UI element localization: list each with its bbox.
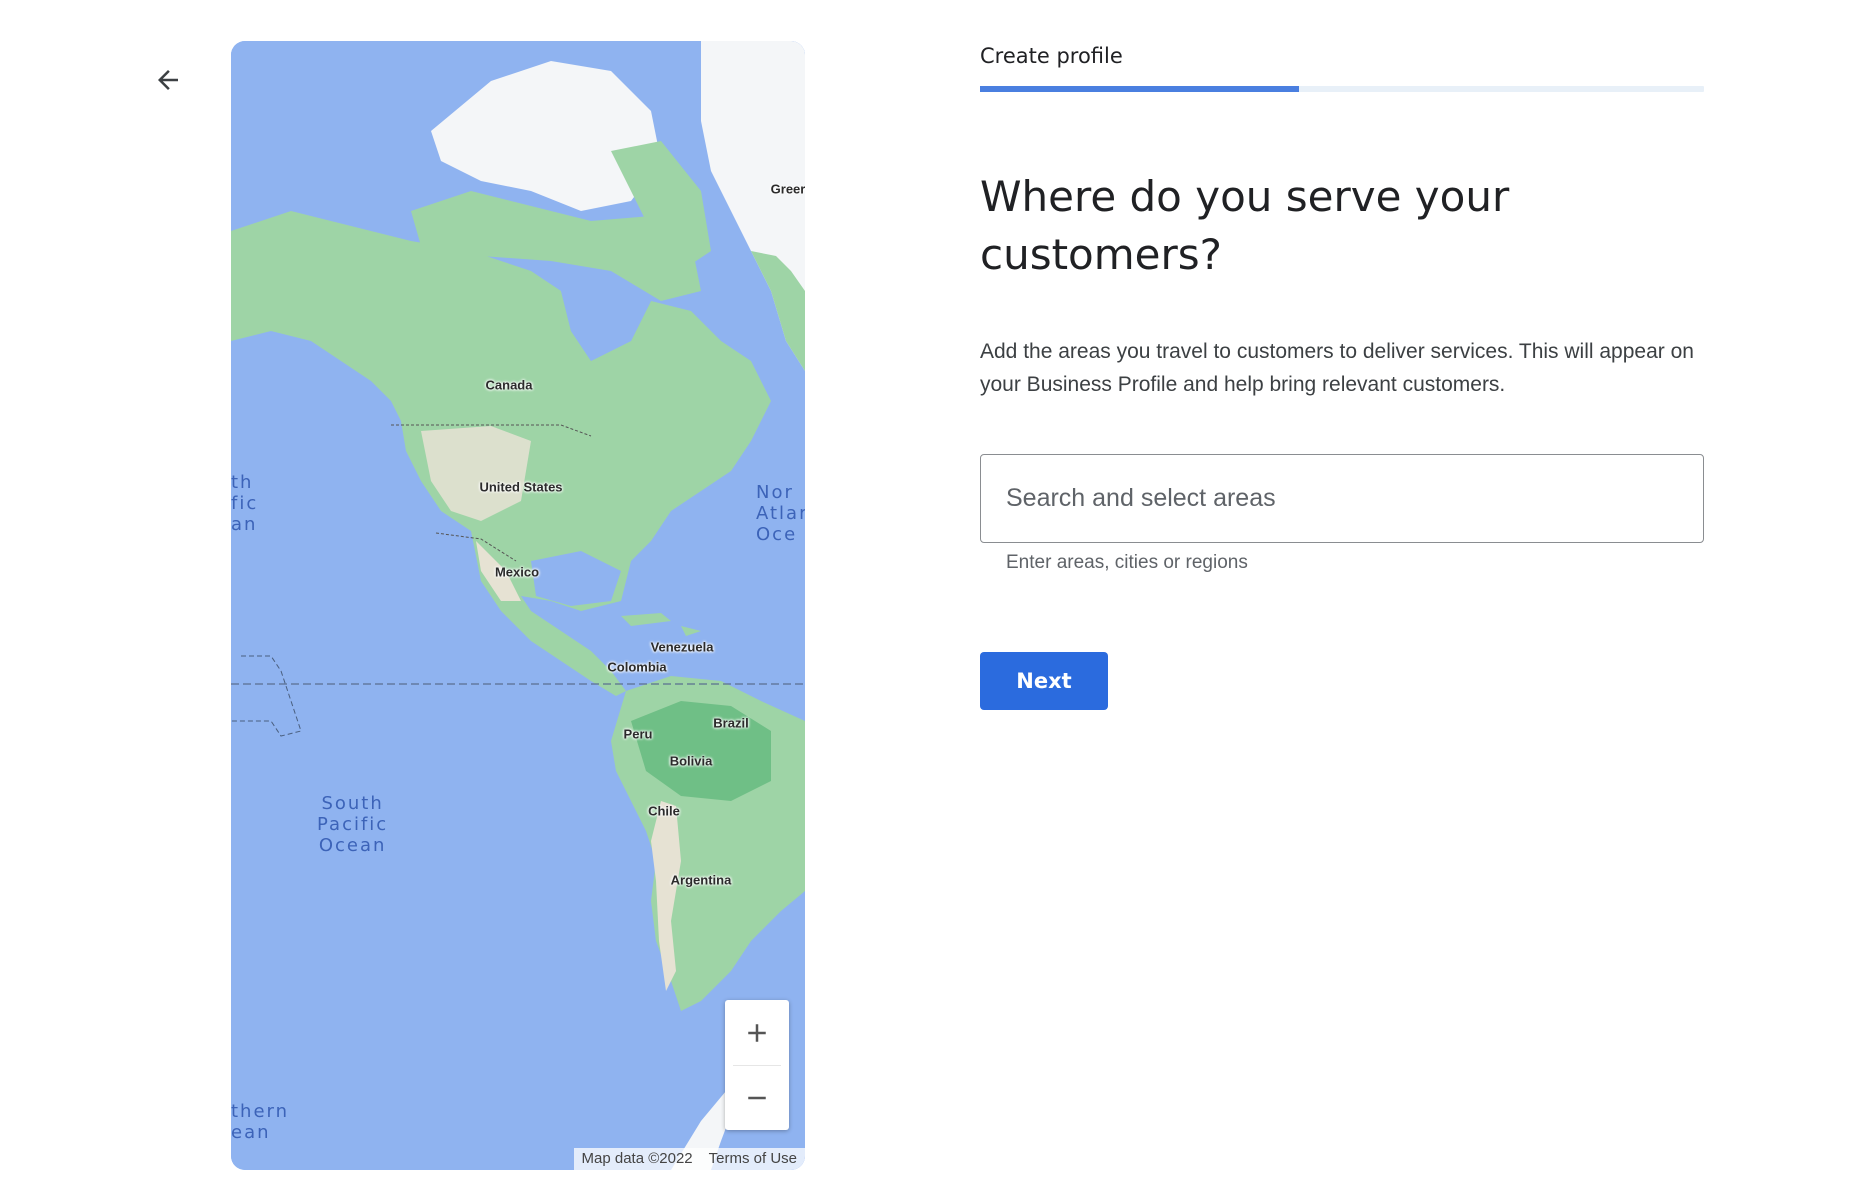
page-title: Where do you serve your customers? [980, 172, 1510, 279]
map-label-bolivia: Bolivia [669, 753, 713, 769]
map-label-chile: Chile [648, 803, 680, 819]
map-panel[interactable]: Canada United States Mexico Venezuela Co… [231, 41, 805, 1170]
map-label-mexico: Mexico [494, 564, 540, 580]
zoom-in-button[interactable] [725, 1000, 789, 1065]
map-label-brazil: Brazil [713, 715, 749, 731]
step-label: Create profile [980, 44, 1123, 68]
map-canvas[interactable] [231, 41, 805, 1170]
ocean-label-north-atlantic: Nor Atlar Oce [756, 482, 805, 545]
arrow-left-icon [158, 70, 178, 90]
map-attribution: Map data ©2022 Terms of Use [573, 1148, 805, 1170]
ocean-label-north-pacific: th fic an [231, 472, 259, 535]
map-label-peru: Peru [623, 726, 653, 742]
map-label-greenland: Greer [770, 181, 805, 197]
search-field [980, 454, 1704, 543]
progress-bar [980, 86, 1704, 92]
minus-icon [748, 1096, 766, 1099]
ocean-label-southern: thern ean [231, 1101, 290, 1143]
page-description: Add the areas you travel to customers to… [980, 340, 1694, 396]
zoom-out-button[interactable] [725, 1065, 789, 1130]
map-label-united-states: United States [479, 479, 563, 495]
map-label-venezuela: Venezuela [650, 639, 714, 655]
map-label-colombia: Colombia [607, 659, 667, 675]
map-label-canada: Canada [485, 377, 533, 393]
search-helper-text: Enter areas, cities or regions [1006, 552, 1248, 573]
back-button[interactable] [146, 58, 190, 102]
zoom-controls [725, 1000, 789, 1130]
plus-icon [748, 1023, 766, 1042]
next-button[interactable]: Next [980, 652, 1108, 710]
ocean-label-south-pacific: South Pacific Ocean [317, 793, 389, 856]
map-label-argentina: Argentina [670, 872, 732, 888]
map-data-credit: Map data ©2022 [581, 1150, 693, 1167]
progress-bar-fill [980, 86, 1299, 92]
zoom-divider [733, 1065, 781, 1066]
terms-of-use-link[interactable]: Terms of Use [701, 1148, 805, 1170]
search-areas-input[interactable] [981, 455, 1703, 542]
